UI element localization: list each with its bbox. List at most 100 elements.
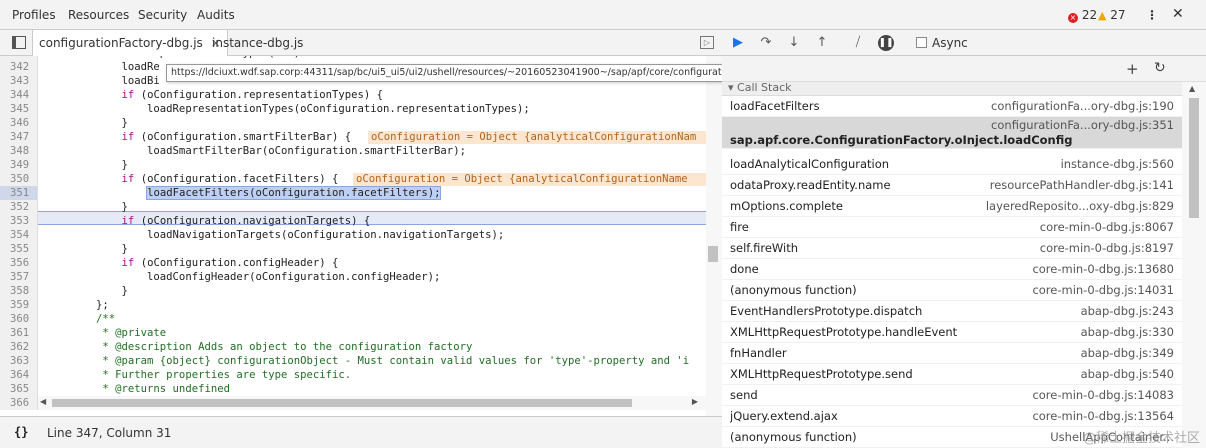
code-line[interactable]: 356 if (oConfiguration.configHeader) { <box>0 256 708 270</box>
call-frame-location[interactable]: configurationFa...ory-dbg.js:190 <box>991 99 1174 113</box>
scroll-thumb[interactable] <box>1189 98 1199 218</box>
line-number[interactable]: 366 <box>0 396 38 410</box>
call-frame[interactable]: send core-min-0-dbg.js:14083 <box>722 385 1182 406</box>
pause-on-exceptions-icon[interactable]: ❚❚ <box>878 35 894 51</box>
deactivate-breakpoints-icon[interactable]: ⧸ <box>850 35 866 51</box>
step-into-icon[interactable]: ↓ <box>786 35 802 51</box>
code-line[interactable]: 361 * @private <box>0 326 708 340</box>
code-line[interactable]: 358 } <box>0 284 708 298</box>
call-frame[interactable]: self.fireWith core-min-0-dbg.js:8197 <box>722 238 1182 259</box>
line-number[interactable]: 359 <box>0 298 38 312</box>
line-number[interactable]: 353 <box>0 214 38 228</box>
inline-variable-value[interactable]: oConfiguration = Object {analyticalConfi… <box>353 173 708 186</box>
call-frame[interactable]: fire core-min-0-dbg.js:8067 <box>722 217 1182 238</box>
error-counter[interactable]: × 22 <box>1068 8 1097 23</box>
line-number[interactable]: 355 <box>0 242 38 256</box>
call-frame[interactable]: loadAnalyticalConfiguration instance-dbg.… <box>722 154 1182 175</box>
pretty-print-button[interactable]: {} <box>14 425 28 439</box>
line-number[interactable]: 346 <box>0 116 38 130</box>
call-frame[interactable]: odataProxy.readEntity.name resourcePathHa… <box>722 175 1182 196</box>
tab-audits[interactable]: Audits <box>197 8 235 22</box>
warning-counter[interactable]: ▲ 27 <box>1098 8 1126 22</box>
call-frame[interactable]: done core-min-0-dbg.js:13680 <box>722 259 1182 280</box>
code-line[interactable]: 354 loadNavigationTargets(oConfiguration… <box>0 228 708 242</box>
scroll-thumb[interactable] <box>708 246 718 262</box>
line-number[interactable]: 347 <box>0 130 38 144</box>
add-watch-icon[interactable]: + <box>1126 60 1139 78</box>
code-line[interactable]: 344 if (oConfiguration.representationTyp… <box>0 88 708 102</box>
line-number[interactable]: 363 <box>0 354 38 368</box>
call-frame-location[interactable]: core-min-0-dbg.js:8197 <box>1040 241 1174 255</box>
code-line[interactable]: 351 loadFacetFilters(oConfiguration.face… <box>0 186 708 200</box>
code-line[interactable]: 360 /** <box>0 312 708 326</box>
line-number[interactable]: 354 <box>0 228 38 242</box>
line-number[interactable]: 343 <box>0 74 38 88</box>
line-number[interactable]: 356 <box>0 256 38 270</box>
line-number[interactable]: 364 <box>0 368 38 382</box>
code-line[interactable]: 352 } <box>0 200 708 214</box>
call-frame[interactable]: jQuery.extend.ajax core-min-0-dbg.js:1356… <box>722 406 1182 427</box>
line-number[interactable]: 357 <box>0 270 38 284</box>
call-frame[interactable]: fnHandler abap-dbg.js:349 <box>722 343 1182 364</box>
code-line[interactable]: 353 if (oConfiguration.navigationTargets… <box>0 214 708 228</box>
call-frame-location[interactable]: abap-dbg.js:349 <box>1081 346 1174 360</box>
line-number[interactable]: 342 <box>0 60 38 74</box>
call-frame-location[interactable]: instance-dbg.js:560 <box>1061 157 1174 171</box>
code-line[interactable]: 349 } <box>0 158 708 172</box>
code-line[interactable]: 347 if (oConfiguration.smartFilterBar) {… <box>0 130 708 144</box>
code-line[interactable]: 363 * @param {object} configurationObjec… <box>0 354 708 368</box>
line-number[interactable]: 345 <box>0 102 38 116</box>
editor-horizontal-scrollbar[interactable]: ◀ ▶ <box>38 396 706 410</box>
file-tab-instance[interactable]: instance-dbg.js <box>206 30 309 56</box>
code-line[interactable]: 350 if (oConfiguration.facetFilters) {oC… <box>0 172 708 186</box>
call-frame[interactable]: XMLHttpRequestPrototype.handleEvent abap-… <box>722 322 1182 343</box>
more-menu-icon[interactable]: ⋮ <box>1146 8 1158 22</box>
code-view[interactable]: 341 loadRepresentationTypes(...)342 load… <box>0 56 708 426</box>
call-frame-location[interactable]: core-min-0-dbg.js:13680 <box>1032 262 1174 276</box>
code-line[interactable]: 355 } <box>0 242 708 256</box>
line-number[interactable]: 348 <box>0 144 38 158</box>
code-line[interactable]: 357 loadConfigHeader(oConfiguration.conf… <box>0 270 708 284</box>
step-out-icon[interactable]: ↑ <box>814 35 830 51</box>
line-number[interactable]: 361 <box>0 326 38 340</box>
scroll-up-icon[interactable]: ▲ <box>1189 84 1195 93</box>
line-number[interactable]: 349 <box>0 158 38 172</box>
refresh-icon[interactable]: ↻ <box>1154 60 1166 76</box>
code-line[interactable]: 345 loadRepresentationTypes(oConfigurati… <box>0 102 708 116</box>
call-frame-location[interactable]: layeredReposito...oxy-dbg.js:829 <box>986 199 1174 213</box>
call-frame[interactable]: EventHandlersPrototype.dispatch abap-dbg.… <box>722 301 1182 322</box>
call-stack-header[interactable]: ▾ Call Stack <box>722 82 1182 96</box>
call-frame-location[interactable]: configurationFa...ory-dbg.js:351 <box>991 118 1174 132</box>
call-frame[interactable]: mOptions.complete layeredReposito...oxy-d… <box>722 196 1182 217</box>
inline-variable-value[interactable]: oConfiguration = Object {analyticalConfi… <box>368 131 708 144</box>
scroll-right-icon[interactable]: ▶ <box>692 397 698 406</box>
async-checkbox[interactable] <box>916 37 927 48</box>
call-frame-location[interactable]: abap-dbg.js:330 <box>1081 325 1174 339</box>
call-frame-location[interactable]: core-min-0-dbg.js:14031 <box>1032 283 1174 297</box>
tab-resources[interactable]: Resources <box>68 8 129 22</box>
step-over-icon[interactable]: ↷ <box>758 35 774 51</box>
call-frame-location[interactable]: resourcePathHandler-dbg.js:141 <box>990 178 1174 192</box>
call-frame-location[interactable]: core-min-0-dbg.js:14083 <box>1032 388 1174 402</box>
tab-security[interactable]: Security <box>138 8 187 22</box>
line-number[interactable]: 365 <box>0 382 38 396</box>
toggle-debugger-icon[interactable]: ▷ <box>700 36 714 49</box>
call-frame-location[interactable]: abap-dbg.js:540 <box>1081 367 1174 381</box>
code-line[interactable]: 365 * @returns undefined <box>0 382 708 396</box>
code-line[interactable]: 362 * @description Adds an object to the… <box>0 340 708 354</box>
tab-profiles[interactable]: Profiles <box>12 8 56 22</box>
call-frame-location[interactable]: abap-dbg.js:243 <box>1081 304 1174 318</box>
line-number[interactable]: 350 <box>0 172 38 186</box>
sidebar-scrollbar[interactable]: ▲ <box>1182 82 1206 448</box>
call-frame[interactable]: XMLHttpRequestPrototype.send abap-dbg.js:… <box>722 364 1182 385</box>
code-line[interactable]: 346 } <box>0 116 708 130</box>
scroll-left-icon[interactable]: ◀ <box>40 397 46 406</box>
code-line[interactable]: 348 loadSmartFilterBar(oConfiguration.sm… <box>0 144 708 158</box>
call-frame[interactable]: (anonymous function) core-min-0-dbg.js:14… <box>722 280 1182 301</box>
resume-icon[interactable]: ▶ <box>730 35 746 51</box>
code-line[interactable]: 364 * Further properties are type specif… <box>0 368 708 382</box>
scroll-thumb[interactable] <box>52 399 632 407</box>
line-number[interactable]: 352 <box>0 200 38 214</box>
line-number[interactable]: 358 <box>0 284 38 298</box>
call-frame-location[interactable]: core-min-0-dbg.js:13564 <box>1032 409 1174 423</box>
